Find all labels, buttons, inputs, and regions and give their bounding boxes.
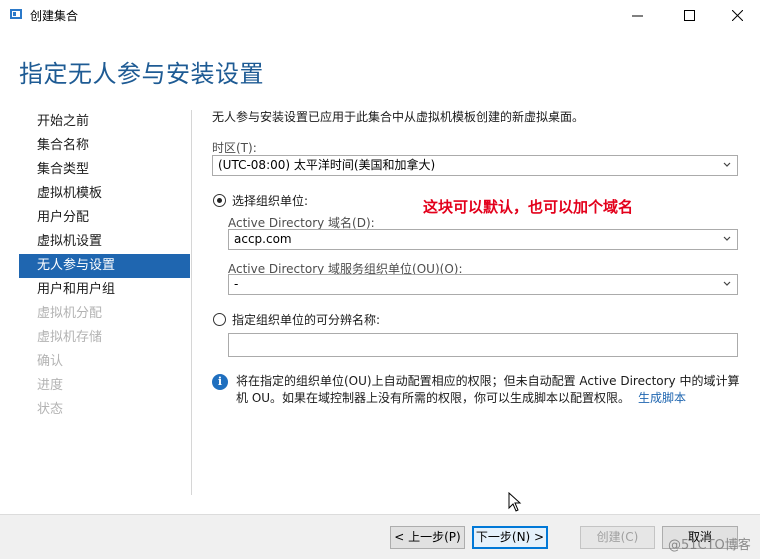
prev-button[interactable]: < 上一步(P) <box>390 526 465 549</box>
nav-item: 进度 <box>37 378 64 393</box>
ad-ou-select[interactable]: - <box>228 274 738 295</box>
radio-select-ou-label: 选择组织单位: <box>232 194 309 208</box>
radio-specify-dn-label: 指定组织单位的可分辨名称: <box>232 313 381 327</box>
next-button[interactable]: 下一步(N) > <box>472 526 548 549</box>
nav-item[interactable]: 无人参与设置 <box>19 254 190 278</box>
title-bar: 创建集合 <box>0 0 760 30</box>
nav-item: 虚拟机分配 <box>37 306 103 321</box>
maximize-button[interactable] <box>666 0 712 30</box>
chevron-down-icon <box>723 162 731 167</box>
maximize-icon <box>683 9 695 21</box>
radio-specify-dn[interactable]: 指定组织单位的可分辨名称: <box>213 311 380 328</box>
ad-ou-value: - <box>234 277 239 291</box>
app-icon <box>10 9 22 19</box>
page-title: 指定无人参与安装设置 <box>19 60 264 88</box>
nav-item[interactable]: 集合名称 <box>19 134 190 158</box>
page-description: 无人参与安装设置已应用于此集合中从虚拟机模板创建的新虚拟桌面。 <box>212 110 585 124</box>
mouse-cursor-icon <box>508 492 522 512</box>
nav-item: 确认 <box>37 354 64 369</box>
info-message: 将在指定的组织单位(OU)上自动配置相应的权限；但未自动配置 Active Di… <box>236 373 746 407</box>
chevron-down-icon <box>723 281 731 286</box>
minimize-button[interactable] <box>614 0 660 30</box>
timezone-label: 时区(T): <box>212 141 257 155</box>
timezone-select[interactable]: (UTC-08:00) 太平洋时间(美国和加拿大) <box>212 155 738 176</box>
nav-item[interactable]: 虚拟机设置 <box>19 230 190 254</box>
chevron-down-icon <box>723 236 731 241</box>
annotation-text: 这块可以默认，也可以加个域名 <box>423 198 634 216</box>
nav-item[interactable]: 用户分配 <box>19 206 190 230</box>
nav-item: 状态 <box>37 402 64 417</box>
wizard-nav: 开始之前 集合名称 集合类型 虚拟机模板 用户分配 虚拟机设置 无人参与设置 用户和用户组虚拟… <box>19 110 190 422</box>
nav-item[interactable]: 用户和用户组 <box>19 278 190 302</box>
close-button[interactable] <box>714 0 760 30</box>
info-icon: i <box>212 374 228 390</box>
window-title: 创建集合 <box>30 9 79 23</box>
dn-input[interactable] <box>228 333 738 357</box>
generate-script-link[interactable]: 生成脚本 <box>638 391 686 405</box>
nav-item[interactable]: 虚拟机模板 <box>19 182 190 206</box>
nav-item[interactable]: 集合类型 <box>19 158 190 182</box>
watermark: @51CTO博客 <box>668 538 751 553</box>
create-button[interactable]: 创建(C) <box>580 526 655 549</box>
radio-select-ou-indicator[interactable] <box>213 194 226 207</box>
ad-domain-value: accp.com <box>234 232 292 246</box>
radio-specify-dn-indicator[interactable] <box>213 313 226 326</box>
minimize-icon <box>631 15 643 16</box>
nav-item: 虚拟机存储 <box>37 330 103 345</box>
nav-divider <box>191 110 192 495</box>
close-icon <box>731 9 743 21</box>
ad-domain-select[interactable]: accp.com <box>228 229 738 250</box>
radio-select-ou[interactable]: 选择组织单位: <box>213 192 308 209</box>
timezone-value: (UTC-08:00) 太平洋时间(美国和加拿大) <box>218 158 436 172</box>
nav-item[interactable]: 开始之前 <box>19 110 190 134</box>
